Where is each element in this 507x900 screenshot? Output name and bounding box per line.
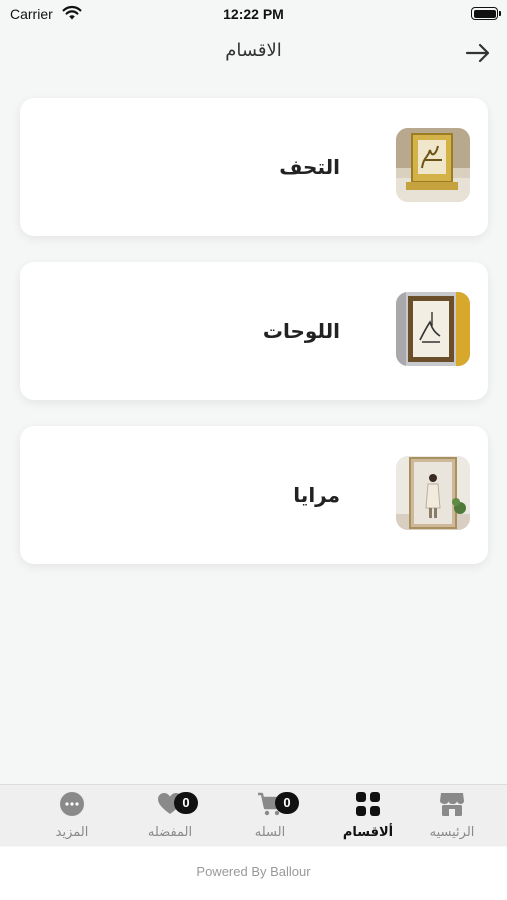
tab-cart[interactable]: 0 السله: [220, 785, 320, 847]
category-thumb-antiques: [396, 128, 470, 202]
category-thumb-paintings: [396, 292, 470, 366]
tab-more[interactable]: المزيد: [22, 785, 122, 847]
category-label: اللوحات: [262, 319, 340, 343]
powered-by-label: Powered By Ballour: [196, 864, 311, 879]
tab-label: المفضله: [147, 825, 193, 840]
category-thumb-mirrors: [396, 456, 470, 530]
more-dots-icon: [58, 790, 86, 818]
category-label: التحف: [279, 155, 340, 179]
category-card-antiques[interactable]: التحف: [20, 98, 488, 236]
tab-label: الرئيسيه: [429, 825, 475, 840]
category-list: التحف اللوحات مرايا: [20, 98, 488, 590]
status-bar: Carrier 12:22 PM: [0, 0, 507, 28]
back-button[interactable]: [463, 40, 493, 66]
grid-icon: [354, 790, 382, 818]
tab-bar: المزيد 0 المفضله 0 السله ألاقسام الرئيسي…: [0, 784, 507, 846]
tab-label: المزيد: [55, 825, 89, 840]
tab-label: السله: [254, 825, 286, 840]
category-card-mirrors[interactable]: مرايا: [20, 426, 488, 564]
cart-badge: 0: [275, 792, 299, 814]
status-time: 12:22 PM: [223, 6, 284, 22]
page-title: الاقسام: [225, 40, 282, 61]
tab-favorites[interactable]: 0 المفضله: [120, 785, 220, 847]
store-icon: [438, 790, 466, 818]
category-label: مرايا: [293, 483, 340, 507]
arrow-right-icon: [465, 43, 490, 63]
favorites-badge: 0: [174, 792, 198, 814]
tab-home[interactable]: الرئيسيه: [402, 785, 502, 847]
category-card-paintings[interactable]: اللوحات: [20, 262, 488, 400]
battery-icon: [471, 7, 501, 20]
